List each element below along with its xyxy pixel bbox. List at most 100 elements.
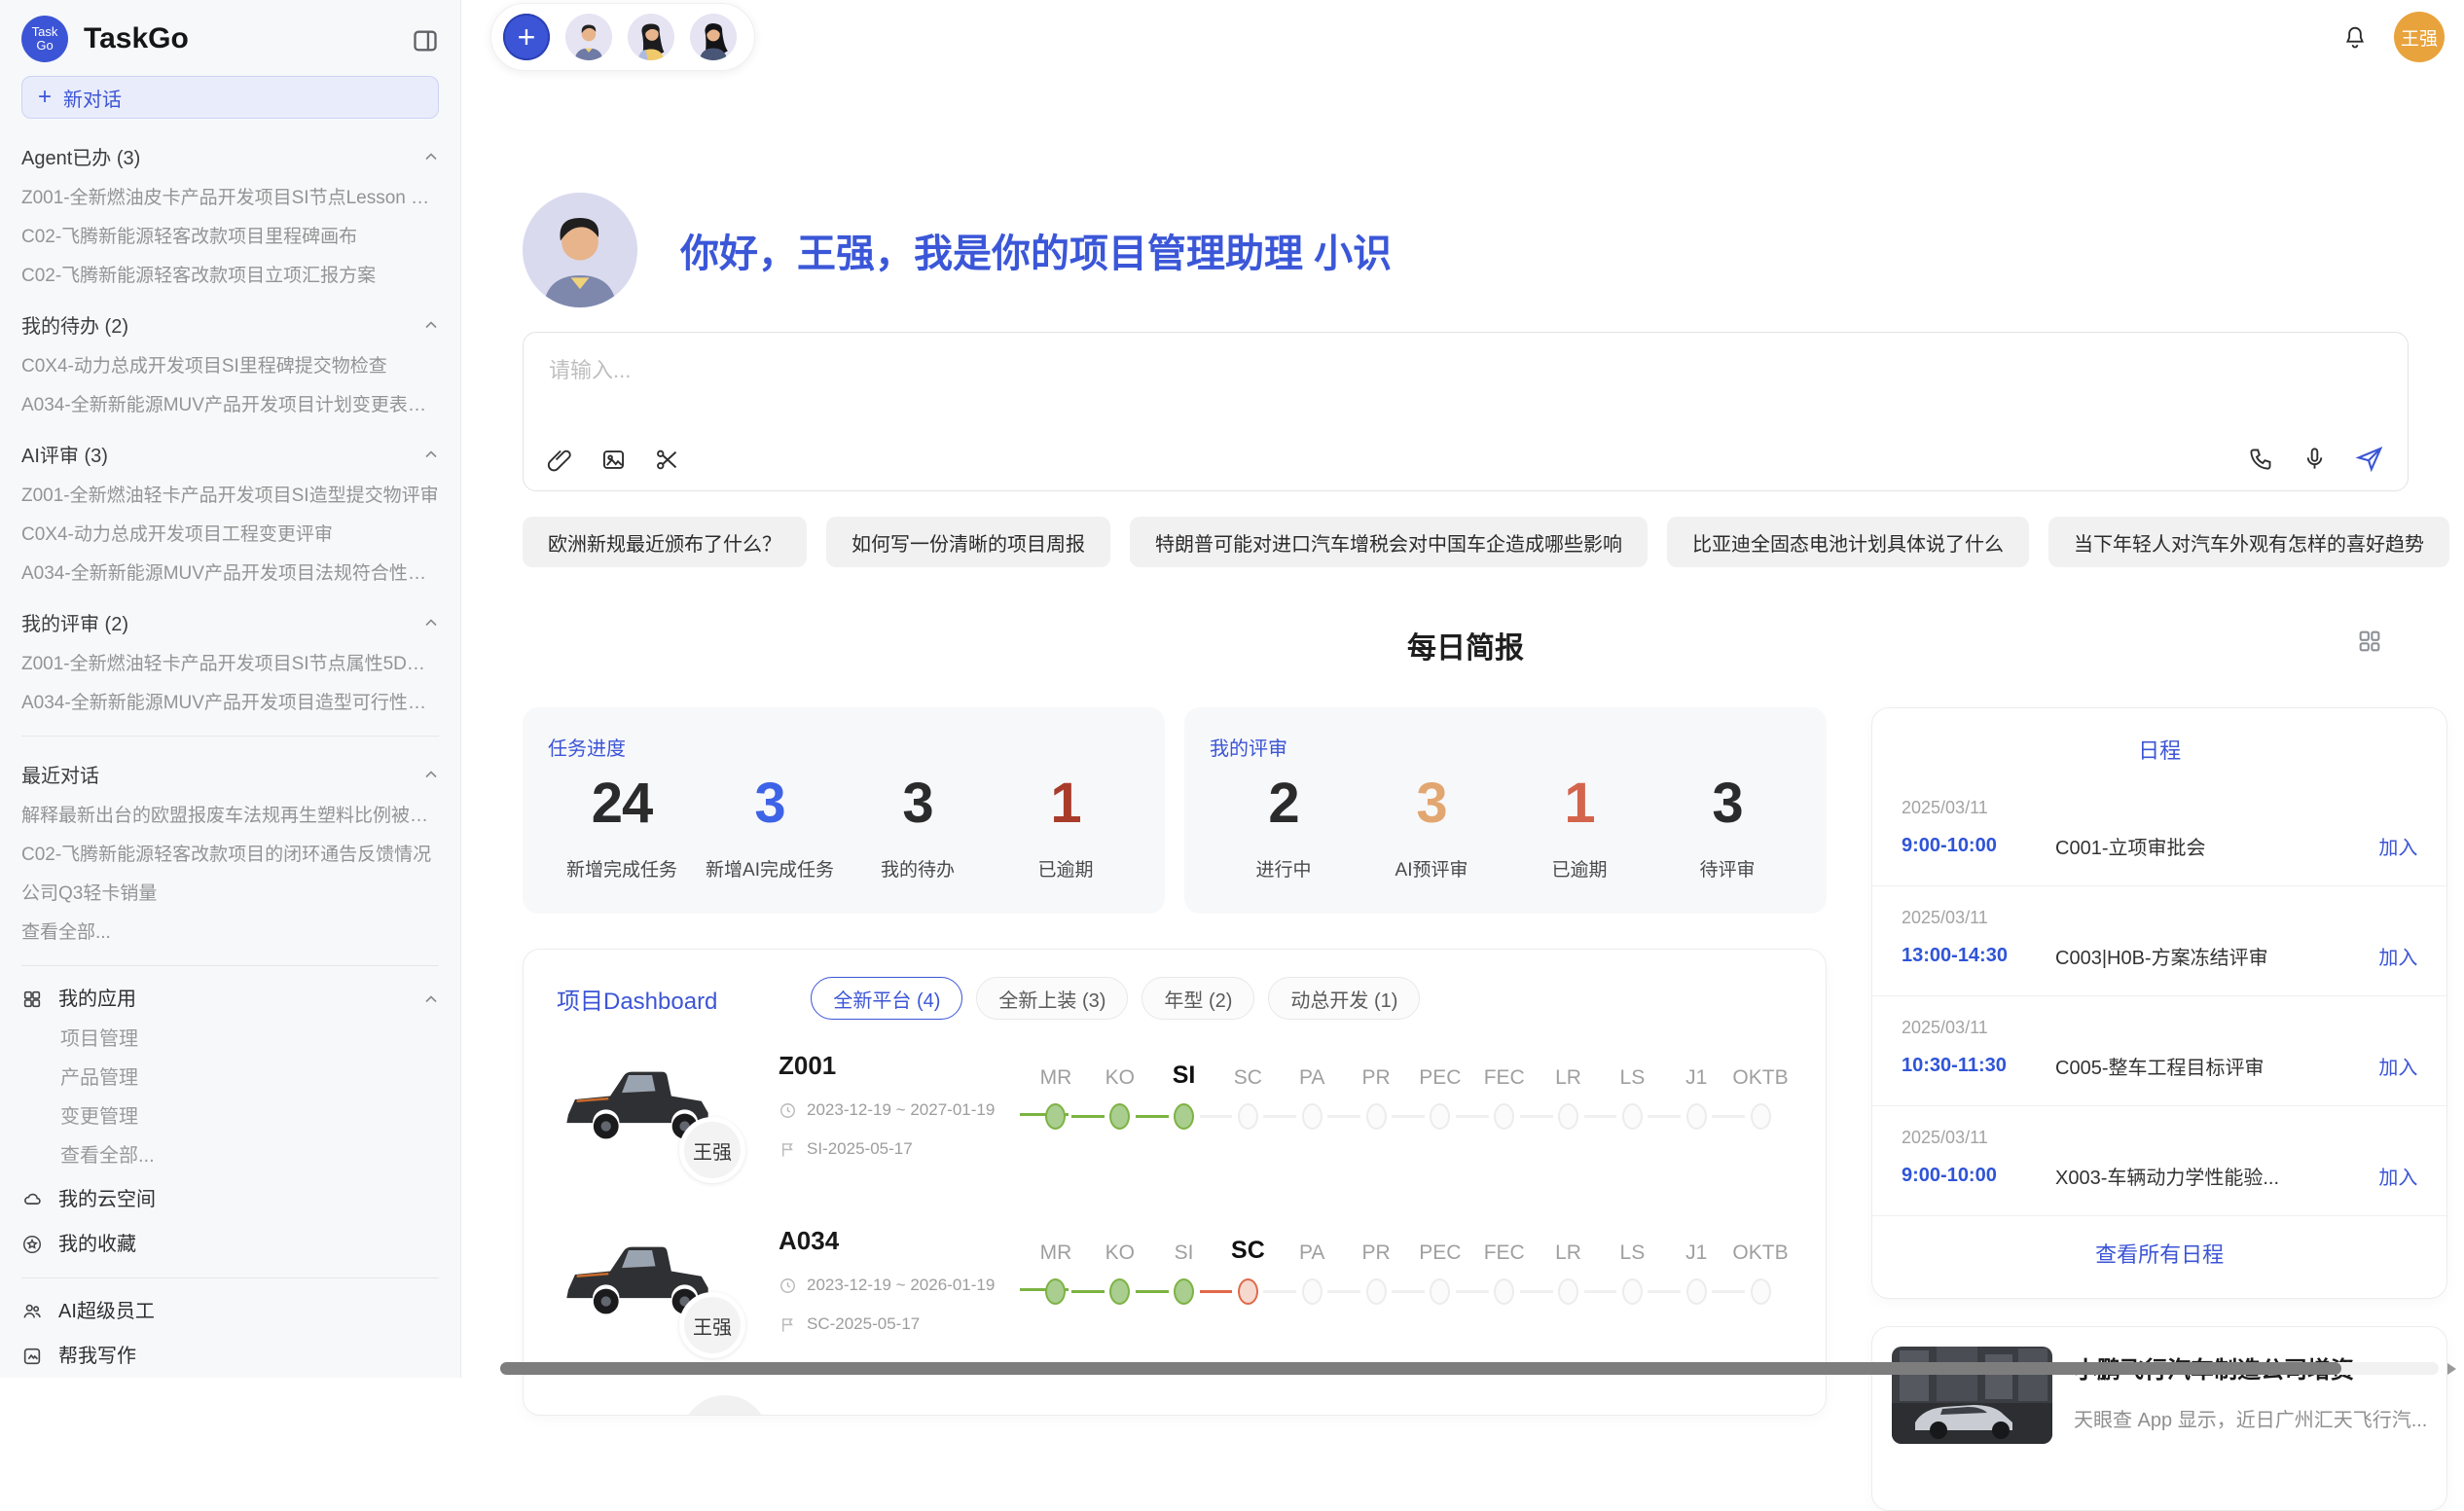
sidebar-header: Task Go TaskGo xyxy=(21,12,439,66)
paperclip-icon[interactable] xyxy=(547,447,573,473)
apps-grid-icon xyxy=(21,989,43,1010)
suggestion-chip[interactable]: 如何写一份清晰的项目周报 xyxy=(826,517,1110,567)
news-card[interactable]: 小鹏飞行汽车制造公司增资 天眼查 App 显示，近日广州汇天飞行汽... xyxy=(1871,1326,2447,1511)
section-header-recent-chats[interactable]: 最近对话 xyxy=(21,760,439,788)
project-dates: 2023-12-19 ~ 2026-01-19 xyxy=(807,1276,995,1295)
suggestion-chip[interactable]: 特朗普可能对进口汽车增税会对中国车企造成哪些影响 xyxy=(1130,517,1648,567)
milestone-node-todo xyxy=(1302,1278,1323,1305)
sidebar-item-change-mgmt[interactable]: 变更管理 xyxy=(21,1106,439,1128)
topbar-right: 王强 xyxy=(2341,12,2445,62)
avatar[interactable] xyxy=(628,14,674,60)
tab-year-model[interactable]: 年型 (2) xyxy=(1141,977,1254,1020)
stat-overdue: 1 已逾期 xyxy=(992,771,1140,881)
suggestion-chip[interactable]: 比亚迪全固态电池计划具体说了什么 xyxy=(1667,517,2029,567)
suggestion-chip[interactable]: 当下年轻人对汽车外观有怎样的喜好趋势 xyxy=(2048,517,2449,567)
card-title: 我的评审 xyxy=(1210,733,1801,761)
sidebar-item-product-mgmt[interactable]: 产品管理 xyxy=(21,1067,439,1089)
join-link[interactable]: 加入 xyxy=(2378,832,2417,860)
dashboard-title: 项目Dashboard xyxy=(557,982,717,1016)
tab-new-body[interactable]: 全新上装 (3) xyxy=(976,977,1128,1020)
app-title: TaskGo xyxy=(84,22,412,55)
section-header-my-review[interactable]: 我的评审 (2) xyxy=(21,608,439,636)
project-info: Z001 2023-12-19 ~ 2027-01-19 SI-2025-05-… xyxy=(779,1049,1024,1159)
sidebar-item-project-mgmt[interactable]: 项目管理 xyxy=(21,1028,439,1050)
people-icon xyxy=(21,1301,43,1322)
chat-input[interactable] xyxy=(549,358,2382,383)
list-item[interactable]: 解释最新出台的欧盟报废车法规再生塑料比例被调至15%... xyxy=(21,806,439,827)
layout-grid-icon[interactable] xyxy=(2356,628,2383,655)
schedule-date: 2025/03/11 xyxy=(1902,1018,2417,1038)
list-item[interactable]: A034-全新新能源MUV产品开发项目计划变更表编写 xyxy=(21,395,439,416)
milestone-node-done xyxy=(1174,1278,1194,1305)
send-icon[interactable] xyxy=(2355,444,2384,473)
section-header-agent-done[interactable]: Agent已办 (3) xyxy=(21,142,439,170)
new-chat-label: 新对话 xyxy=(63,84,122,112)
project-flag-date: SC-2025-05-17 xyxy=(807,1314,920,1334)
list-item[interactable]: C02-飞腾新能源轻客改款项目立项汇报方案 xyxy=(21,266,439,287)
phone-icon[interactable] xyxy=(2248,446,2274,472)
milestone-node-done xyxy=(1045,1278,1066,1305)
schedule-item: 2025/03/11 10:30-11:30 C005-整车工程目标评审 加入 xyxy=(1872,995,2446,1105)
sidebar-item-cloud-space[interactable]: 我的云空间 xyxy=(21,1188,439,1211)
stat-cards: 任务进度 24 新增完成任务 3 新增AI完成任务 3 xyxy=(523,707,1827,914)
milestone-node-todo xyxy=(1366,1278,1387,1305)
scrollbar-thumb[interactable] xyxy=(500,1362,2341,1375)
join-link[interactable]: 加入 xyxy=(2378,942,2417,970)
project-row[interactable]: 王强 A034 2023-12-19 ~ 2026-01-19 SC-2025-… xyxy=(557,1224,1793,1370)
sidebar-item-favorites[interactable]: 我的收藏 xyxy=(21,1233,439,1256)
schedule-time: 9:00-10:00 xyxy=(1902,1165,2055,1187)
stat-in-progress: 2 进行中 xyxy=(1210,771,1358,881)
sidebar-item-write-helper[interactable]: 帮我写作 xyxy=(21,1345,439,1368)
new-chat-button[interactable]: + 新对话 xyxy=(21,76,439,119)
list-item[interactable]: C0X4-动力总成开发项目SI里程碑提交物检查 xyxy=(21,356,439,378)
milestone-node-todo xyxy=(1430,1278,1450,1305)
tab-powertrain[interactable]: 动总开发 (1) xyxy=(1268,977,1420,1020)
star-circle-icon xyxy=(21,1234,43,1255)
suggestion-chip[interactable]: 欧洲新规最近颁布了什么？ xyxy=(523,517,807,567)
microphone-icon[interactable] xyxy=(2301,446,2328,472)
chevron-up-icon xyxy=(423,317,439,333)
milestone-node-done xyxy=(1045,1103,1066,1130)
milestone-node-todo xyxy=(1622,1278,1643,1305)
avatar[interactable] xyxy=(565,14,612,60)
list-item[interactable]: C02-飞腾新能源轻客改款项目的闭环通告反馈情况 xyxy=(21,845,439,866)
view-all-chats[interactable]: 查看全部... xyxy=(21,922,439,944)
list-item[interactable]: A034-全新新能源MUV产品开发项目造型可行性评审 xyxy=(21,693,439,714)
schedule-name: X003-车辆动力学性能验... xyxy=(2055,1162,2378,1190)
main-content: 你好，王强，我是你的项目管理助理 小识 欧洲新规最近颁布了什么？ 如何写一份清晰… xyxy=(523,0,2409,1378)
list-item[interactable]: 公司Q3轻卡销量 xyxy=(21,883,439,905)
sidebar-collapse-icon[interactable] xyxy=(412,27,439,51)
view-all-apps[interactable]: 查看全部... xyxy=(21,1145,439,1167)
sidebar-item-my-apps[interactable]: 我的应用 xyxy=(21,988,439,1011)
add-assistant-button[interactable]: + xyxy=(503,14,550,60)
scrollbar-right-arrow-icon[interactable] xyxy=(2447,1363,2456,1375)
list-item[interactable]: Z001-全新燃油轻卡产品开发项目SI造型提交物评审 xyxy=(21,486,439,507)
tab-new-platform[interactable]: 全新平台 (4) xyxy=(811,977,962,1020)
milestone-node-done xyxy=(1174,1103,1194,1130)
avatar[interactable] xyxy=(690,14,737,60)
section-my-review: 我的评审 (2) Z001-全新燃油轻卡产品开发项目SI节点属性5D文件评审 A… xyxy=(21,608,439,714)
project-owner-badge: 王强 xyxy=(679,1117,745,1183)
list-item[interactable]: Z001-全新燃油轻卡产品开发项目SI节点属性5D文件评审 xyxy=(21,654,439,675)
main-area: + 王强 你好，王强，我是你的项目管理助理 小识 xyxy=(461,0,2464,1378)
list-item[interactable]: C02-飞腾新能源轻客改款项目里程碑画布 xyxy=(21,227,439,248)
section-header-my-todo[interactable]: 我的待办 (2) xyxy=(21,310,439,339)
sidebar-item-ai-employee[interactable]: AI超级员工 xyxy=(21,1300,439,1323)
list-item[interactable]: A034-全新新能源MUV产品开发项目法规符合性评审 xyxy=(21,563,439,585)
list-item[interactable]: Z001-全新燃油皮卡产品开发项目SI节点Lesson Learn报告 xyxy=(21,188,439,209)
section-header-ai-review[interactable]: AI评审 (3) xyxy=(21,440,439,468)
image-icon[interactable] xyxy=(600,447,627,473)
milestone-node-todo xyxy=(1558,1278,1578,1305)
user-avatar[interactable]: 王强 xyxy=(2394,12,2445,62)
milestone-node-todo xyxy=(1494,1103,1514,1130)
scissors-icon[interactable] xyxy=(654,447,680,473)
milestone-node-todo xyxy=(1751,1103,1771,1130)
milestone-node-todo xyxy=(1622,1103,1643,1130)
join-link[interactable]: 加入 xyxy=(2378,1162,2417,1190)
view-all-schedule-link[interactable]: 查看所有日程 xyxy=(1872,1215,2446,1292)
milestone-node-todo xyxy=(1558,1103,1578,1130)
project-row[interactable]: 王强 Z001 2023-12-19 ~ 2027-01-19 SI-2025-… xyxy=(557,1049,1793,1195)
notification-bell-icon[interactable] xyxy=(2341,23,2369,51)
list-item[interactable]: C0X4-动力总成开发项目工程变更评审 xyxy=(21,524,439,546)
join-link[interactable]: 加入 xyxy=(2378,1052,2417,1080)
